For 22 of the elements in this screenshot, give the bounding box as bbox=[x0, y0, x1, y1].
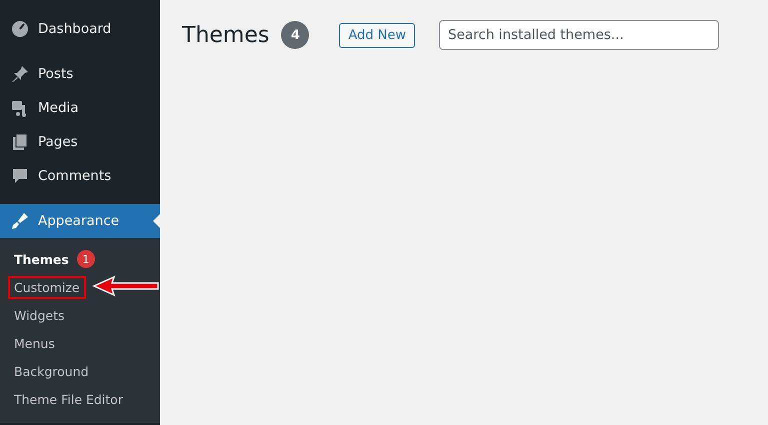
sidebar-item[interactable]: Pages bbox=[0, 125, 160, 159]
annotation-arrow bbox=[92, 275, 160, 297]
sidebar-item[interactable]: Comments bbox=[0, 159, 160, 193]
search-field[interactable]: Search installed themes... bbox=[439, 20, 720, 50]
submenu-item[interactable]: Themes bbox=[8, 248, 75, 270]
sidebar-item[interactable]: Posts bbox=[0, 57, 160, 91]
submenu-item[interactable]: Widgets bbox=[8, 304, 71, 326]
submenu-item[interactable]: Theme File Editor bbox=[8, 388, 129, 410]
add-new-button[interactable]: Add New bbox=[339, 22, 416, 48]
submenu-item[interactable]: Customize bbox=[8, 276, 86, 298]
sidebar-item[interactable]: Media bbox=[0, 91, 160, 125]
update-badge: 1 bbox=[76, 250, 95, 268]
speech-bubble-icon bbox=[10, 166, 30, 186]
sidebar-item[interactable]: Dashboard bbox=[0, 12, 160, 46]
page-title: Themes bbox=[182, 22, 270, 48]
submenu-item[interactable]: Background bbox=[8, 360, 95, 382]
gauge-icon bbox=[10, 19, 30, 39]
theme-count: 4 bbox=[281, 21, 310, 49]
submenu-item[interactable]: Menus bbox=[8, 332, 61, 354]
brush-icon bbox=[10, 211, 30, 231]
sidebar-item[interactable]: Appearance bbox=[0, 204, 160, 238]
pin-icon bbox=[10, 64, 30, 84]
